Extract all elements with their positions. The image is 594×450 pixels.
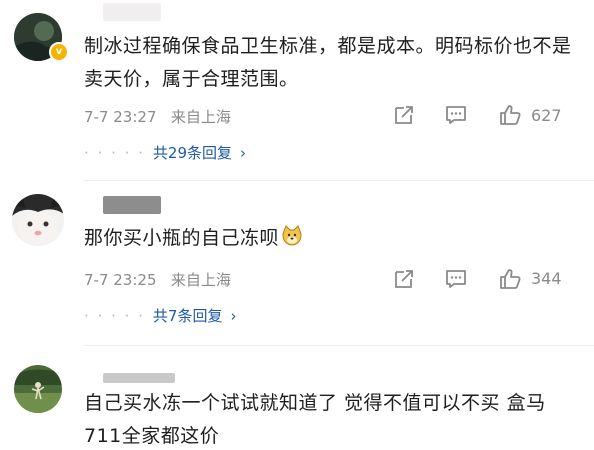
- comment-item: v 制冰过程确保食品卫生标准，都是成本。明码标价也不是卖天价，属于合理范围。 7…: [0, 0, 594, 170]
- verified-badge: v: [49, 42, 69, 62]
- thumbs-up-icon[interactable]: [498, 267, 522, 291]
- username-blurred[interactable]: [103, 3, 161, 21]
- like-count: 344: [531, 269, 562, 288]
- chevron-right-icon: ›: [230, 307, 237, 325]
- avatar[interactable]: [12, 194, 64, 246]
- avatar-image: [12, 194, 64, 246]
- replies-label: 共7条回复: [152, 307, 223, 325]
- comment-item: 那你买小瓶的自己冻呗 7-7 23:25 来自上海 344 · · · · · …: [0, 180, 594, 340]
- comment-item: 自己买水冻一个试试就知道了 觉得不值可以不买 盒马711全家都这价: [0, 345, 594, 450]
- replies-label: 共29条回复: [152, 144, 233, 162]
- share-icon[interactable]: [392, 103, 416, 127]
- username-blurred[interactable]: [103, 196, 161, 214]
- replies-dots: · · · · ·: [84, 144, 145, 162]
- comment-icon[interactable]: [444, 267, 468, 291]
- replies-dots: · · · · ·: [84, 307, 145, 325]
- avatar-image: [14, 365, 62, 413]
- comment-text: 制冰过程确保食品卫生标准，都是成本。明码标价也不是卖天价，属于合理范围。: [84, 35, 572, 90]
- comment-icon[interactable]: [444, 103, 468, 127]
- comment-text: 自己买水冻一个试试就知道了 觉得不值可以不买 盒马711全家都这价: [84, 392, 546, 447]
- share-icon[interactable]: [392, 267, 416, 291]
- chevron-right-icon: ›: [240, 144, 247, 162]
- thumbs-up-icon[interactable]: [498, 103, 522, 127]
- view-replies-link[interactable]: · · · · · 共7条回复 ›: [84, 305, 236, 326]
- comment-list: v 制冰过程确保食品卫生标准，都是成本。明码标价也不是卖天价，属于合理范围。 7…: [0, 0, 594, 450]
- doge-emoji-icon: [282, 225, 302, 246]
- comment-text-content: 那你买小瓶的自己冻呗: [84, 227, 280, 249]
- comment-text: 那你买小瓶的自己冻呗: [84, 222, 574, 255]
- avatar[interactable]: [14, 365, 62, 413]
- username-blurred[interactable]: [103, 373, 175, 383]
- view-replies-link[interactable]: · · · · · 共29条回复 ›: [84, 142, 246, 163]
- comment-actions: [0, 267, 594, 291]
- comment-actions: [0, 103, 594, 127]
- like-count: 627: [531, 106, 562, 125]
